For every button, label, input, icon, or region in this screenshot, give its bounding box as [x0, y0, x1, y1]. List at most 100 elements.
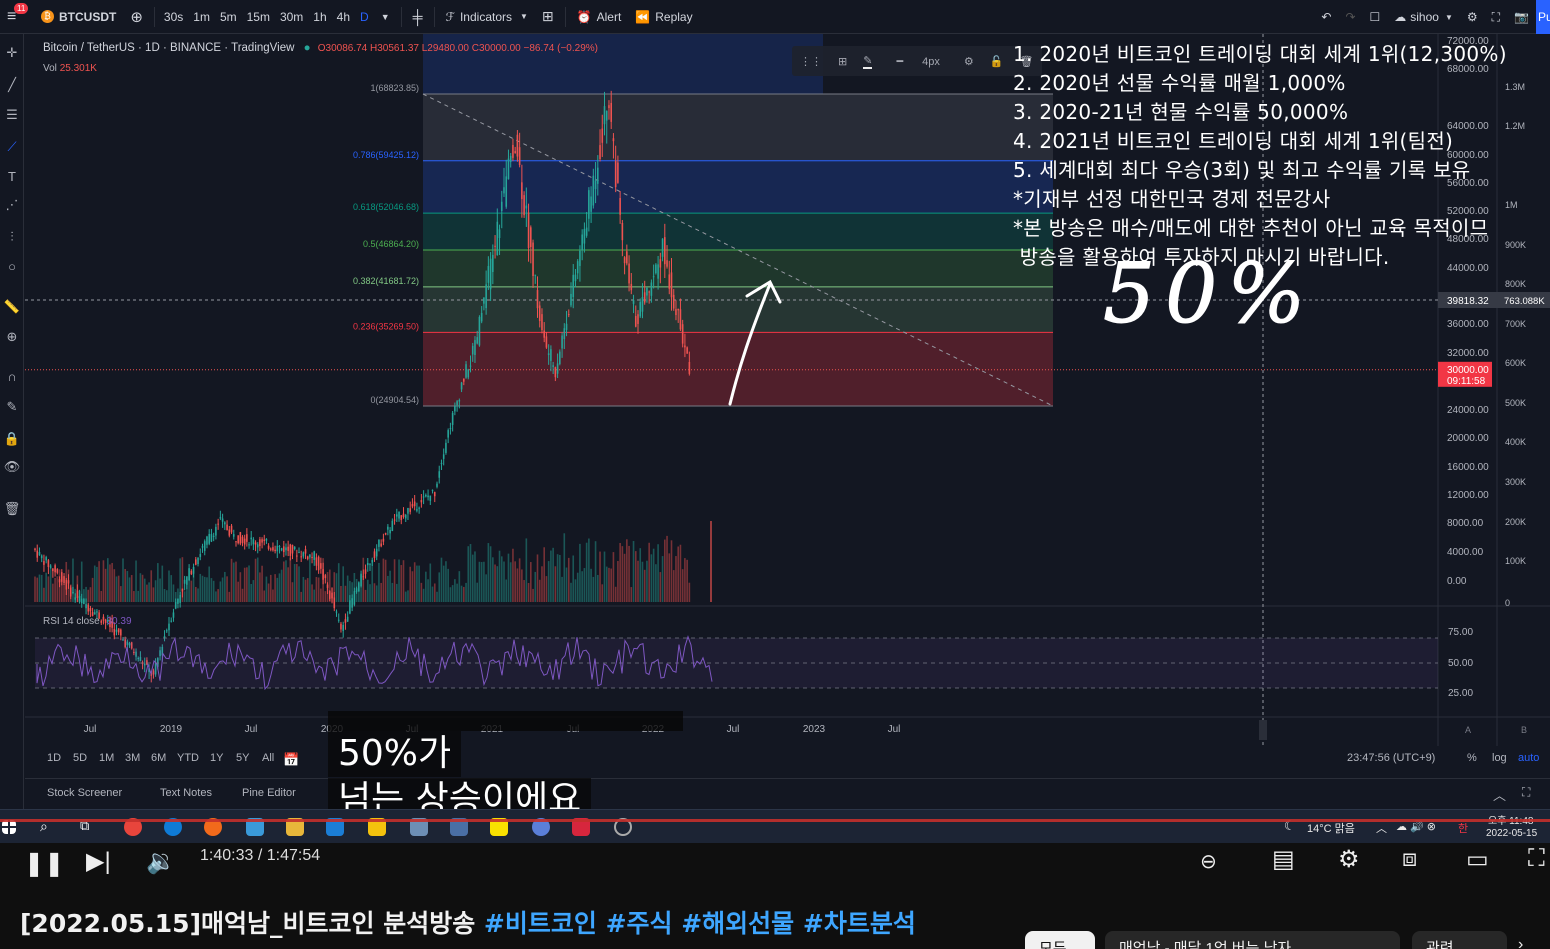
symbol-search[interactable]: ₿ BTCUSDT [34, 0, 123, 34]
hashtag-link[interactable]: #차트분석 [803, 909, 916, 938]
volume-icon[interactable]: 🔉 [146, 847, 176, 876]
settings-gear-icon[interactable]: ⚙ [1338, 845, 1360, 874]
hashtag-link[interactable]: #해외선물 [681, 909, 803, 938]
volume-bar [91, 577, 94, 602]
candle-body [650, 282, 653, 296]
publish-button[interactable]: Pu [1536, 0, 1550, 34]
autoplay-toggle-icon[interactable]: ⊖ [1200, 849, 1217, 874]
pause-icon[interactable]: ❚❚ [24, 849, 64, 878]
crosshair-tool-icon[interactable]: ✛ [3, 44, 21, 62]
ruler-tool-icon[interactable]: 📏 [3, 298, 21, 316]
layouts-button[interactable]: ⊞ [535, 0, 561, 34]
interval-1m[interactable]: 1m [188, 0, 215, 34]
volume-bar [232, 562, 235, 602]
compare-button[interactable]: ⊕ [123, 0, 150, 34]
pattern-tool-icon[interactable]: ⋰ [3, 196, 21, 214]
panel-tab[interactable]: Stock Screener [47, 787, 122, 799]
range-3m[interactable]: 3M [125, 752, 140, 764]
tray-chevron-icon[interactable]: ︿ [1376, 820, 1387, 836]
replay-button[interactable]: ⏪ Replay [628, 0, 699, 34]
magnet-tool-icon[interactable]: ∩ [3, 368, 21, 386]
prediction-tool-icon[interactable]: ⫶ [3, 228, 21, 246]
interval-30s[interactable]: 30s [159, 0, 188, 34]
settings-button[interactable]: ⚙ [1460, 0, 1485, 34]
line-color-icon[interactable]: ✎ [863, 54, 873, 69]
menu-button[interactable]: ≡ 11 [0, 0, 34, 34]
snapshot-button[interactable]: 📷 [1507, 0, 1536, 34]
chevron-up-icon[interactable]: ︿ [1493, 785, 1506, 804]
time-axis-label: Jul [727, 724, 740, 735]
candle-body [192, 567, 195, 574]
interval-30m[interactable]: 30m [275, 0, 308, 34]
range-1m[interactable]: 1M [99, 752, 114, 764]
volume-bar [416, 565, 418, 602]
subtitles-icon[interactable]: ▤ [1272, 845, 1295, 874]
layout-button[interactable]: ☐ [1363, 0, 1388, 34]
range-1d[interactable]: 1D [47, 752, 61, 764]
alert-button[interactable]: ⏰ Alert [570, 0, 629, 34]
volume-bar [567, 557, 570, 602]
interval-4h[interactable]: 4h [332, 0, 355, 34]
chip-related[interactable]: 관련 ... [1412, 931, 1507, 949]
theater-icon[interactable]: ▭ [1466, 845, 1489, 874]
candle-body [641, 297, 644, 312]
trash-tool-icon[interactable]: 🗑 [3, 500, 21, 518]
range-1y[interactable]: 1Y [210, 752, 223, 764]
chip-channel[interactable]: 매억남 - 매달 1억 버는 남자 ... [1105, 931, 1400, 949]
trend-line-tool-icon[interactable]: ╱ [3, 76, 21, 94]
horizontal-lines-tool-icon[interactable]: ☰ [3, 106, 21, 124]
price-axis-label: 36000.00 [1447, 319, 1489, 330]
chip-all[interactable]: 모두 [1025, 931, 1095, 949]
eye-tool-icon[interactable]: 👁 [3, 458, 21, 476]
shape-tool-icon[interactable]: ○ [3, 258, 21, 276]
percent-toggle[interactable]: % [1467, 752, 1477, 764]
chart-type-button[interactable]: ╪ [406, 0, 430, 34]
fib-tool-icon[interactable]: ⟋ [3, 138, 21, 156]
video-progress-bar[interactable] [0, 819, 1550, 822]
interval-15m[interactable]: 15m [242, 0, 275, 34]
interval-5m[interactable]: 5m [215, 0, 242, 34]
goto-date-icon[interactable]: 📅 [283, 752, 299, 768]
candle-body [224, 522, 226, 525]
save-layout-button[interactable]: ☁ sihoo ▼ [1387, 0, 1460, 34]
chevron-right-icon[interactable]: › [1518, 936, 1523, 949]
interval-1h[interactable]: 1h [308, 0, 331, 34]
range-6m[interactable]: 6M [151, 752, 166, 764]
fullscreen-button[interactable]: ⛶ [1485, 0, 1507, 34]
hashtag-link[interactable]: #주식 [606, 909, 682, 938]
zoom-tool-icon[interactable]: ⊕ [3, 328, 21, 346]
candle-body [387, 526, 389, 530]
windows-start-icon[interactable] [2, 820, 16, 834]
range-all[interactable]: All [262, 752, 274, 764]
lock-icon[interactable]: 🔓 [990, 55, 1004, 68]
fullscreen-icon[interactable]: ⛶ [1528, 845, 1545, 873]
range-5y[interactable]: 5Y [236, 752, 249, 764]
interval-D[interactable]: D [355, 0, 374, 34]
templates-icon[interactable]: ⊞ [838, 55, 847, 68]
log-toggle[interactable]: log [1492, 752, 1507, 764]
panel-tab[interactable]: Text Notes [160, 787, 212, 799]
auto-toggle[interactable]: auto [1518, 752, 1539, 764]
drag-handle-icon[interactable]: ⋮⋮ [800, 55, 822, 68]
volume-bar [601, 584, 604, 602]
range-ytd[interactable]: YTD [177, 752, 199, 764]
ime-icon[interactable]: 한 [1458, 820, 1468, 836]
panel-tab[interactable]: Pine Editor [242, 787, 296, 799]
volume-bar [135, 560, 137, 602]
miniplayer-icon[interactable]: ⧈ [1402, 845, 1417, 873]
settings-icon[interactable]: ⚙ [964, 55, 974, 68]
pencil-lock-tool-icon[interactable]: ✎ [3, 398, 21, 416]
indicators-button[interactable]: ℱ Indicators ▼ [439, 0, 535, 34]
maximize-icon[interactable]: ⛶ [1522, 785, 1530, 800]
range-5d[interactable]: 5D [73, 752, 87, 764]
chart-area[interactable]: 1(68823.85) 0.786(59425.12) 0.618(52046.68… [25, 34, 1550, 809]
interval-dropdown[interactable]: ▼ [374, 0, 397, 34]
undo-button[interactable]: ↶ [1314, 0, 1338, 34]
text-tool-icon[interactable]: T [3, 168, 21, 186]
lock-tool-icon[interactable]: 🔒 [3, 430, 21, 448]
hashtag-link[interactable]: #비트코인 [484, 909, 606, 938]
next-icon[interactable]: ▶| [86, 847, 111, 876]
redo-button[interactable]: ↷ [1338, 0, 1362, 34]
line-width-button[interactable]: ━ 4px [888, 55, 947, 68]
candle-body [324, 575, 327, 579]
